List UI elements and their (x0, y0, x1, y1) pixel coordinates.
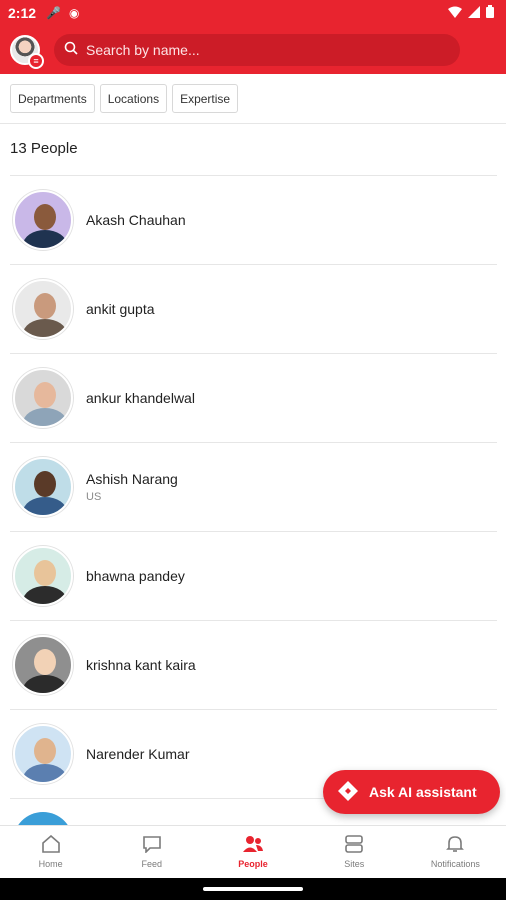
ask-ai-label: Ask AI assistant (369, 784, 477, 800)
nav-people[interactable]: People (202, 826, 303, 878)
people-count: 13 People (10, 140, 78, 157)
person-name: Narender Kumar (86, 746, 190, 762)
people-list: Akash Chauhan ankit gupta ankur khandelw… (10, 175, 497, 799)
ai-assistant-icon (337, 780, 359, 805)
avatar (13, 546, 73, 606)
bell-icon (446, 835, 465, 855)
nav-notifications[interactable]: Notifications (405, 826, 506, 878)
nav-sites[interactable]: Sites (304, 826, 405, 878)
home-icon (41, 834, 61, 855)
menu-icon[interactable]: ≡ (28, 53, 44, 69)
person-name: Akash Chauhan (86, 212, 186, 228)
list-item[interactable]: Ashish Narang US (10, 442, 497, 531)
bottom-nav: Home Feed People Sites Notifications (0, 825, 506, 878)
person-name: ankur khandelwal (86, 390, 195, 406)
avatar (13, 724, 73, 784)
list-item[interactable]: krishna kant kaira (10, 620, 497, 709)
person-name: ankit gupta (86, 301, 155, 317)
avatar (13, 279, 73, 339)
search-bar[interactable] (54, 34, 460, 66)
filter-departments[interactable]: Departments (10, 84, 95, 113)
list-item[interactable]: ankur khandelwal (10, 353, 497, 442)
avatar (13, 368, 73, 428)
app-header: ≡ (0, 26, 506, 74)
person-location: US (86, 491, 102, 503)
ask-ai-button[interactable]: Ask AI assistant (323, 770, 500, 814)
wifi-icon (448, 5, 462, 21)
app-notification-icon: ◉ (68, 6, 80, 20)
list-item[interactable]: ankit gupta (10, 264, 497, 353)
battery-icon (486, 5, 494, 21)
profile-avatar[interactable]: ≡ (10, 35, 44, 69)
status-time: 2:12 (8, 5, 37, 21)
filter-locations[interactable]: Locations (99, 84, 168, 113)
filter-bar: Departments Locations Expertise (0, 74, 506, 124)
signal-icon (468, 5, 480, 21)
gesture-bar (0, 878, 506, 900)
search-icon (64, 41, 78, 60)
avatar (13, 457, 73, 517)
person-name: krishna kant kaira (86, 657, 196, 673)
nav-home[interactable]: Home (0, 826, 101, 878)
home-indicator[interactable] (203, 887, 303, 891)
avatar (13, 190, 73, 250)
search-input[interactable] (86, 42, 450, 58)
status-bar: 2:12 🎤 ◉ (0, 0, 506, 26)
people-icon (242, 835, 264, 855)
list-item[interactable]: Akash Chauhan (10, 175, 497, 264)
filter-expertise[interactable]: Expertise (172, 84, 239, 113)
person-name: bhawna pandey (86, 568, 185, 584)
sites-icon (344, 835, 364, 855)
feed-icon (142, 835, 162, 855)
list-item[interactable]: bhawna pandey (10, 531, 497, 620)
nav-feed[interactable]: Feed (101, 826, 202, 878)
person-name: Ashish Narang (86, 471, 178, 487)
avatar (13, 635, 73, 695)
mic-icon: 🎤 (46, 6, 61, 20)
